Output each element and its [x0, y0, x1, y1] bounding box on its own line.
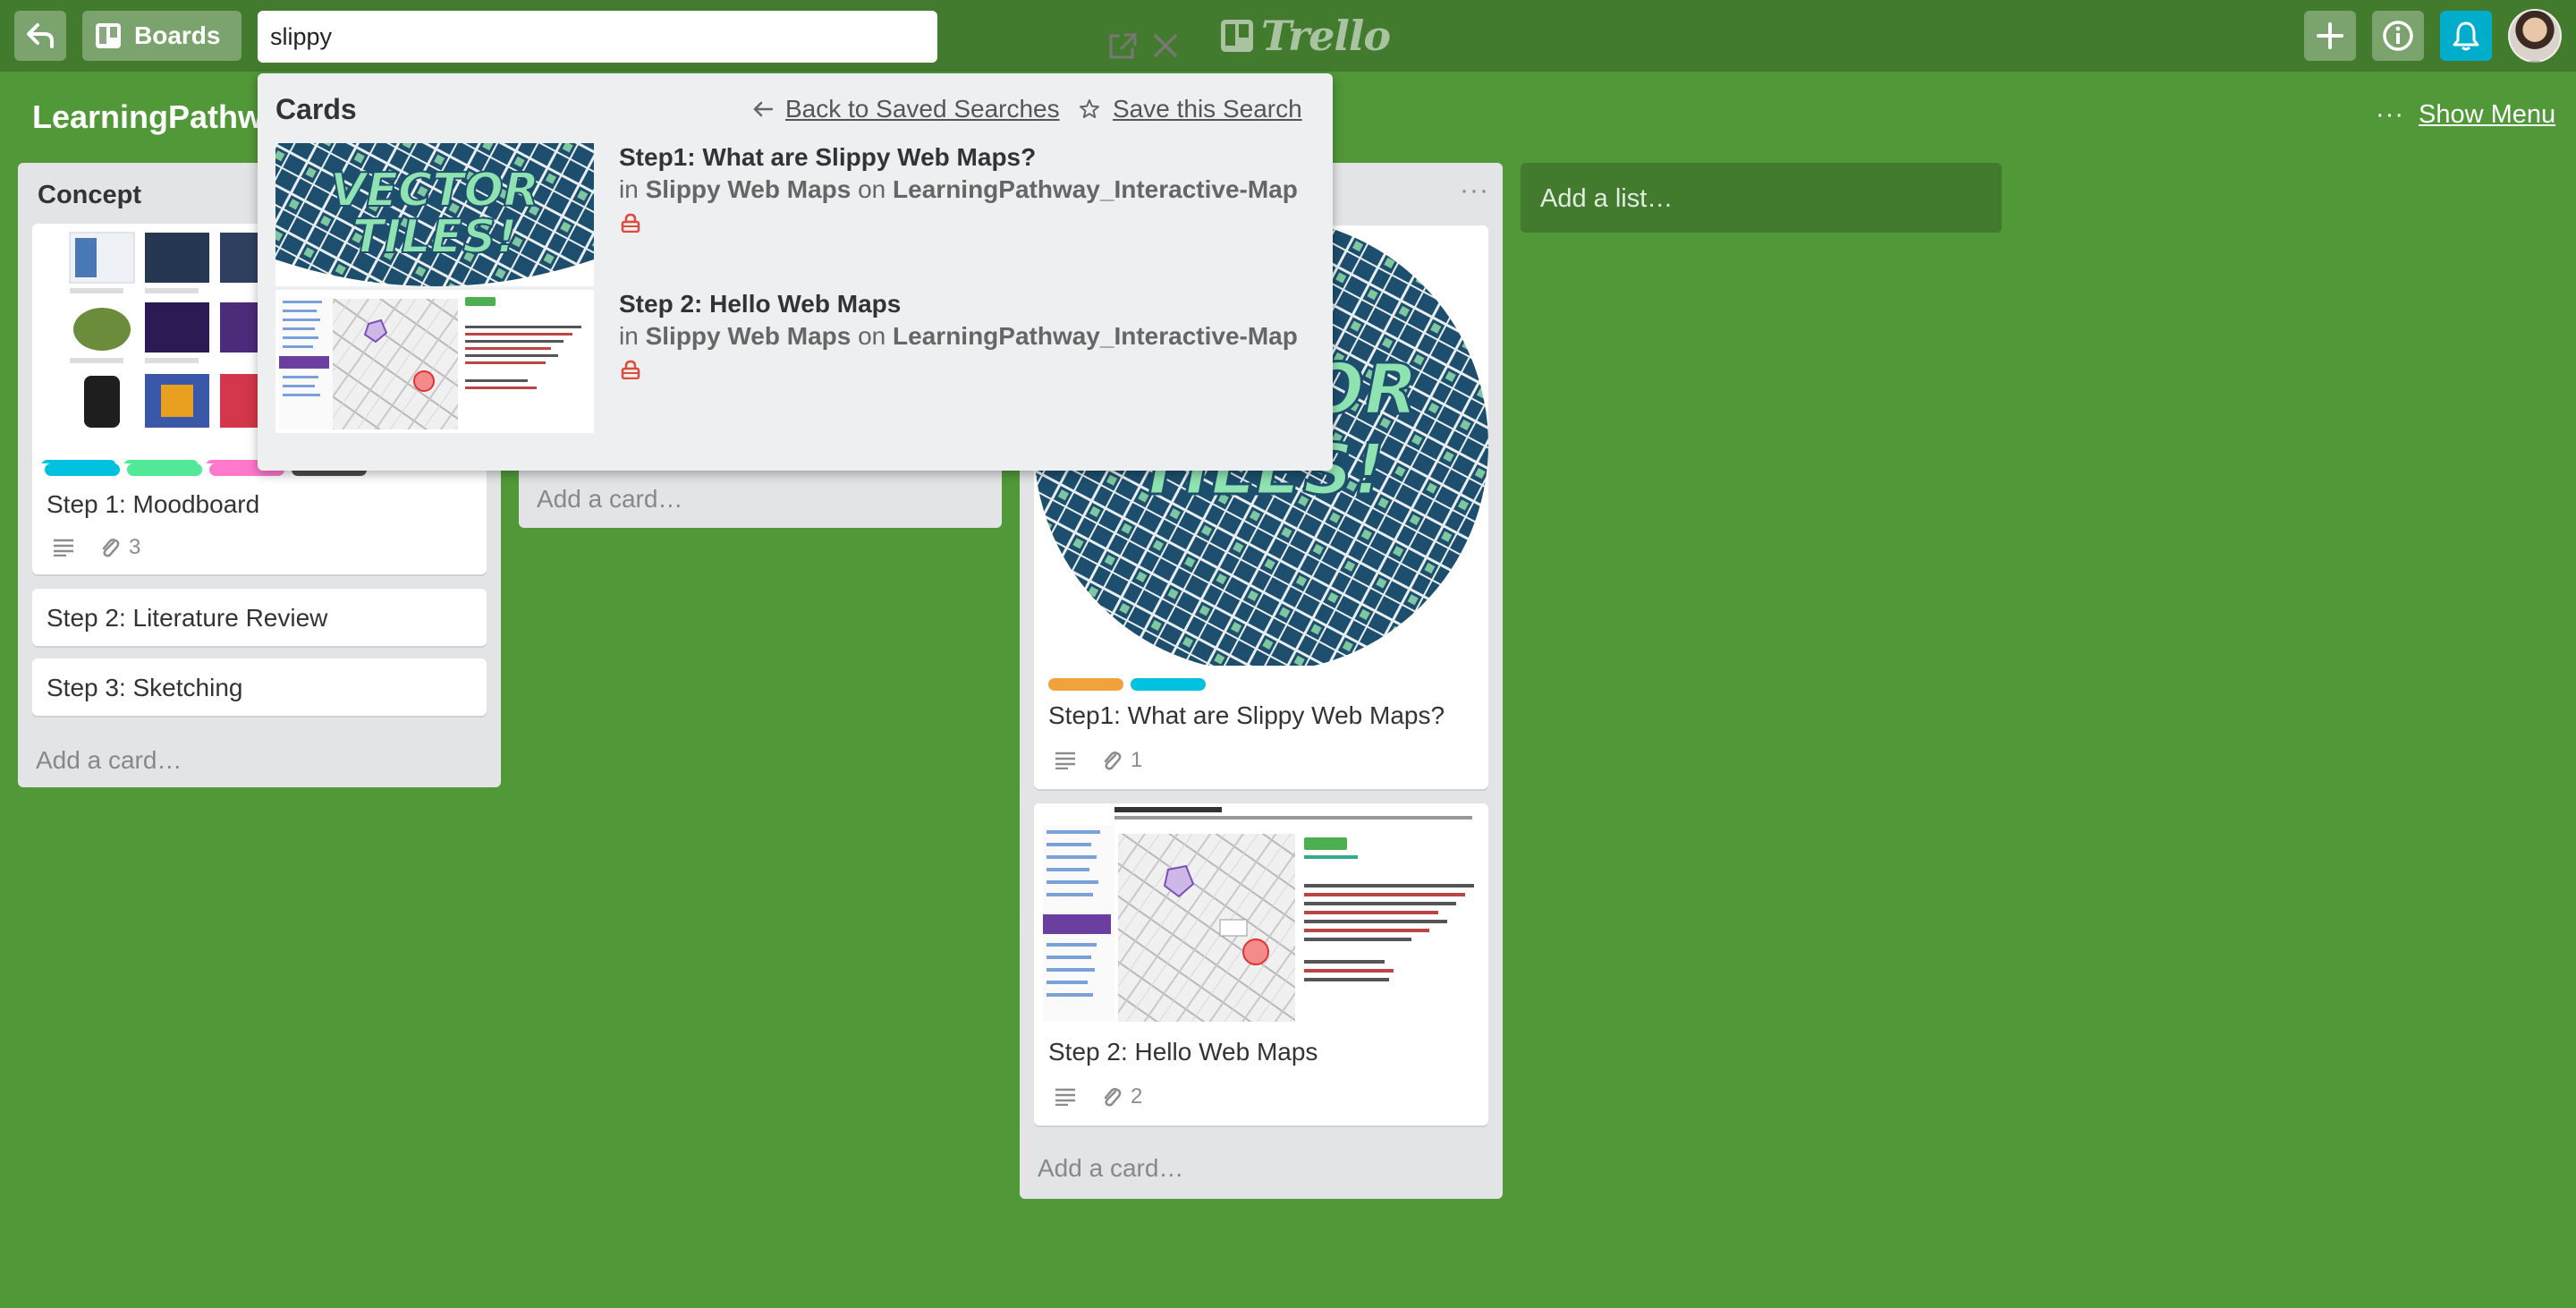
boards-icon [96, 23, 121, 48]
board-title[interactable]: LearningPathw [32, 98, 263, 136]
result-title: Step1: What are Slippy Web Maps? [619, 143, 1037, 171]
attachment-count: 1 [1131, 748, 1143, 772]
label-blue [45, 463, 120, 476]
search-result-item[interactable]: VECTOR TILES! Step1: What are Slippy Web… [275, 143, 1322, 286]
star-icon [1080, 99, 1099, 118]
card-title: Step 2: Literature Review [47, 604, 328, 632]
lock-icon [621, 360, 640, 379]
leaflet-popup-thumbnail-image [275, 290, 594, 433]
result-title: Step 2: Hello Web Maps [619, 290, 902, 318]
result-thumbnail [275, 290, 594, 433]
card-hello-web-maps[interactable]: Step 2: Hello Web Maps 2 [1034, 803, 1488, 1125]
description-icon [54, 539, 73, 556]
result-board-name: LearningPathway_Interactive-Map [893, 175, 1298, 203]
back-button[interactable] [14, 11, 66, 61]
list-title[interactable]: Concept [38, 181, 141, 210]
create-button[interactable] [2304, 11, 2356, 61]
result-list-name: Slippy Web Maps [645, 175, 852, 203]
result-thumbnail: VECTOR TILES! [275, 143, 594, 286]
attachment-icon [1104, 1088, 1122, 1107]
top-header: Boards Trello [0, 0, 2576, 72]
show-menu-button[interactable]: ··· Show Menu [2376, 100, 2555, 130]
info-icon [2383, 21, 2413, 51]
card-title: Step 1: Moodboard [47, 490, 260, 518]
add-card-button[interactable]: Add a card… [36, 746, 182, 775]
add-list-button[interactable]: Add a list… [1521, 163, 2002, 233]
bell-icon [2453, 21, 2479, 51]
attachment-count: 3 [129, 535, 141, 559]
search-box [258, 11, 1177, 63]
result-board-name: LearningPathway_Interactive-Map [893, 322, 1298, 350]
arrow-left-icon [753, 101, 773, 117]
trello-logo[interactable]: Trello [1220, 12, 1391, 60]
in-word: in [619, 322, 639, 350]
card-badges: 2 [1055, 1084, 1142, 1109]
search-results-popover: Cards Back to Saved Searches Save this S… [258, 73, 1333, 471]
logo-text: Trello [1261, 12, 1391, 60]
save-search-label: Save this Search [1113, 95, 1302, 123]
back-to-saved-searches-label: Back to Saved Searches [785, 95, 1060, 123]
attachment-count: 2 [1131, 1084, 1143, 1108]
card-sketching[interactable]: Step 3: Sketching [32, 658, 487, 716]
on-word: on [858, 322, 886, 350]
back-arrow-icon [27, 23, 54, 48]
avatar[interactable] [2508, 9, 2562, 63]
card-title: Step1: What are Slippy Web Maps? [1048, 701, 1445, 729]
trello-logo-icon [1221, 20, 1253, 52]
results-heading: Cards [275, 93, 357, 125]
more-icon: ··· [2376, 100, 2404, 129]
card-title: Step 3: Sketching [47, 674, 243, 701]
notifications-button[interactable] [2440, 11, 2492, 61]
add-card-button[interactable]: Add a card… [1038, 1154, 1183, 1183]
add-card-button[interactable]: Add a card… [537, 485, 682, 514]
description-icon [1055, 1088, 1075, 1106]
description-icon [1055, 752, 1075, 769]
result-meta: in Slippy Web Maps on LearningPathway_In… [619, 322, 1298, 351]
close-icon[interactable] [1152, 32, 1179, 59]
attachment-icon [1104, 752, 1122, 770]
plus-icon [2317, 22, 2343, 49]
result-list-name: Slippy Web Maps [645, 322, 852, 350]
svg-text:VECTOR: VECTOR [330, 164, 539, 217]
card-badges: 3 [54, 535, 140, 560]
attachment-icon [102, 539, 120, 557]
back-to-saved-searches-link[interactable]: Back to Saved Searches [753, 95, 1060, 123]
label-blue [1131, 678, 1206, 691]
info-button[interactable] [2372, 11, 2424, 61]
label-green [127, 463, 202, 476]
save-search-link[interactable]: Save this Search [1079, 95, 1302, 123]
search-input[interactable] [270, 18, 807, 55]
vector-tiles-thumbnail-image: VECTOR TILES! [275, 143, 594, 286]
label-orange [1048, 678, 1123, 691]
result-meta: in Slippy Web Maps on LearningPathway_In… [619, 175, 1298, 204]
list-menu-icon[interactable]: ··· [1460, 175, 1489, 206]
svg-text:TILES!: TILES! [352, 210, 518, 264]
show-menu-label: Show Menu [2418, 100, 2556, 129]
on-word: on [858, 175, 886, 203]
boards-button[interactable]: Boards [82, 11, 242, 61]
card-title: Step 2: Hello Web Maps [1048, 1038, 1318, 1066]
boards-label: Boards [134, 21, 221, 49]
search-result-item[interactable]: Step 2: Hello Web Maps in Slippy Web Map… [275, 290, 1322, 433]
card-moodboard-body[interactable]: Step 1: Moodboard 3 [32, 463, 487, 574]
leaflet-popup-cover-image [1034, 803, 1488, 1027]
open-external-icon[interactable] [1107, 32, 1138, 61]
lock-icon [621, 213, 640, 233]
in-word: in [619, 175, 639, 203]
card-badges: 1 [1055, 748, 1142, 773]
card-literature-review[interactable]: Step 2: Literature Review [32, 589, 487, 646]
